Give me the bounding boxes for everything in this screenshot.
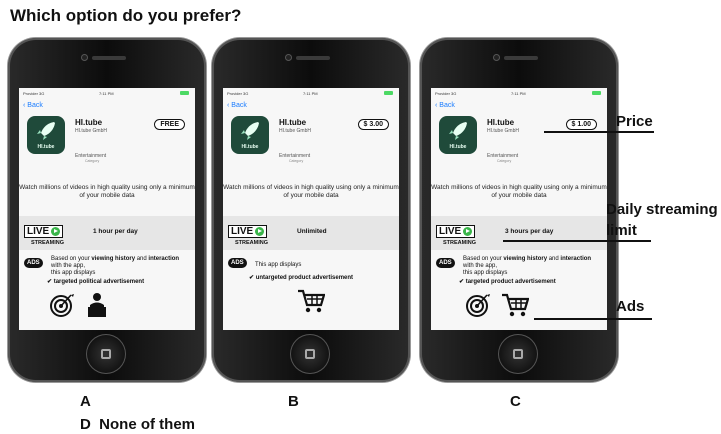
ads-description: Based on your viewing history and intera… bbox=[463, 256, 592, 276]
status-bar: Provider 3G 7:11 PM bbox=[223, 88, 399, 98]
app-description: Watch millions of videos in high quality… bbox=[431, 184, 607, 199]
ads-badge-icon: ADS bbox=[436, 258, 455, 268]
ads-badge-icon: ADS bbox=[24, 258, 43, 268]
option-c-label[interactable]: C bbox=[510, 393, 521, 410]
home-square-icon bbox=[513, 349, 523, 359]
streaming-limit: 3 hours per day bbox=[505, 228, 554, 235]
rocket-icon bbox=[241, 122, 259, 140]
status-bar: Provider 3G 7:11 PM bbox=[19, 88, 195, 98]
back-button[interactable]: ‹ Back bbox=[23, 102, 43, 109]
category-label: Category bbox=[497, 159, 512, 163]
speaker bbox=[92, 56, 126, 60]
ads-type: ✔ targeted product advertisement bbox=[459, 279, 556, 285]
streaming-section: LIVE STREAMING 1 hour per day bbox=[19, 216, 195, 250]
carrier: Provider 3G bbox=[435, 91, 457, 96]
ads-description: This app displays bbox=[255, 262, 302, 268]
rocket-icon bbox=[37, 122, 55, 140]
price-callout: Price bbox=[616, 113, 653, 130]
live-streaming-badge: LIVE STREAMING bbox=[24, 221, 64, 246]
live-streaming-badge: LIVE STREAMING bbox=[228, 221, 268, 246]
app-icon: HI.tube bbox=[231, 116, 269, 154]
shopping-cart-icon bbox=[298, 289, 325, 313]
price-callout-line bbox=[544, 131, 654, 133]
app-description: Watch millions of videos in high quality… bbox=[223, 184, 399, 199]
app-icon-label: HI.tube bbox=[37, 144, 55, 150]
camera bbox=[81, 54, 88, 61]
back-button[interactable]: ‹ Back bbox=[227, 102, 247, 109]
app-description: Watch millions of videos in high quality… bbox=[19, 184, 195, 199]
app-screen: Provider 3G 7:11 PM ‹ Back HI.tube HI.tu… bbox=[431, 88, 607, 330]
developer-name: HI.tube GmbH bbox=[487, 128, 519, 134]
play-icon bbox=[51, 227, 61, 236]
phone-option-c[interactable]: Provider 3G 7:11 PM ‹ Back HI.tube HI.tu… bbox=[420, 38, 618, 382]
price-button[interactable]: $ 1.00 bbox=[565, 119, 597, 130]
clock: 7:11 PM bbox=[303, 91, 318, 96]
ads-callout-line bbox=[534, 318, 652, 320]
streaming-section: LIVE STREAMING 3 hours per day bbox=[431, 216, 607, 250]
camera bbox=[493, 54, 500, 61]
speaker bbox=[504, 56, 538, 60]
ads-icons bbox=[465, 292, 529, 318]
carrier: Provider 3G bbox=[227, 91, 249, 96]
target-icon bbox=[466, 294, 490, 317]
ads-description: Based on your viewing history and intera… bbox=[51, 256, 180, 276]
streaming-limit: Unlimited bbox=[297, 228, 327, 235]
politician-podium-icon bbox=[88, 293, 106, 317]
live-streaming-badge: LIVE STREAMING bbox=[436, 221, 476, 246]
app-name: HI.tube bbox=[279, 118, 307, 127]
developer-name: HI.tube GmbH bbox=[279, 128, 311, 134]
app-icon: HI.tube bbox=[439, 116, 477, 154]
ads-icons bbox=[49, 292, 109, 318]
back-button[interactable]: ‹ Back bbox=[435, 102, 455, 109]
play-icon bbox=[255, 227, 265, 236]
option-a-label[interactable]: A bbox=[80, 393, 91, 410]
ads-callout: Ads bbox=[616, 298, 645, 315]
battery-icon bbox=[384, 91, 393, 95]
home-square-icon bbox=[101, 349, 111, 359]
ads-type: ✔ untargeted product advertisement bbox=[249, 275, 354, 281]
app-icon-label: HI.tube bbox=[449, 144, 467, 150]
home-square-icon bbox=[305, 349, 315, 359]
app-screen: Provider 3G 7:11 PM ‹ Back HI.tube HI.tu… bbox=[223, 88, 399, 330]
clock: 7:11 PM bbox=[511, 91, 526, 96]
category-label: Category bbox=[85, 159, 100, 163]
limit-callout: Daily streaming limit bbox=[606, 201, 718, 239]
play-icon bbox=[463, 227, 473, 236]
phone-option-b[interactable]: Provider 3G 7:11 PM ‹ Back HI.tube HI.tu… bbox=[212, 38, 410, 382]
carrier: Provider 3G bbox=[23, 91, 45, 96]
battery-icon bbox=[180, 91, 189, 95]
target-icon bbox=[50, 294, 74, 317]
app-icon: HI.tube bbox=[27, 116, 65, 154]
ads-badge-icon: ADS bbox=[228, 258, 247, 268]
price-button[interactable]: $ 3.00 bbox=[357, 119, 389, 130]
app-icon-label: HI.tube bbox=[241, 144, 259, 150]
shopping-cart-icon bbox=[502, 293, 529, 317]
question-title: Which option do you prefer? bbox=[10, 6, 242, 25]
battery-icon bbox=[592, 91, 601, 95]
phone-option-a[interactable]: Provider 3G 7:11 PM ‹ Back HI.tube HI.tu… bbox=[8, 38, 206, 382]
streaming-section: LIVE STREAMING Unlimited bbox=[223, 216, 399, 250]
rocket-icon bbox=[449, 122, 467, 140]
ads-type: ✔ targeted political advertisement bbox=[47, 279, 145, 285]
option-d-none[interactable]: D None of them bbox=[80, 416, 195, 433]
price-button[interactable]: FREE bbox=[154, 119, 185, 130]
speaker bbox=[296, 56, 330, 60]
category-label: Category bbox=[289, 159, 304, 163]
app-name: HI.tube bbox=[487, 118, 515, 127]
app-screen: Provider 3G 7:11 PM ‹ Back HI.tube HI.tu… bbox=[19, 88, 195, 330]
camera bbox=[285, 54, 292, 61]
status-bar: Provider 3G 7:11 PM bbox=[431, 88, 607, 98]
option-b-label[interactable]: B bbox=[288, 393, 299, 410]
ads-icons bbox=[297, 288, 325, 314]
app-name: HI.tube bbox=[75, 118, 103, 127]
streaming-limit: 1 hour per day bbox=[93, 228, 138, 235]
clock: 7:11 PM bbox=[99, 91, 114, 96]
developer-name: HI.tube GmbH bbox=[75, 128, 107, 134]
